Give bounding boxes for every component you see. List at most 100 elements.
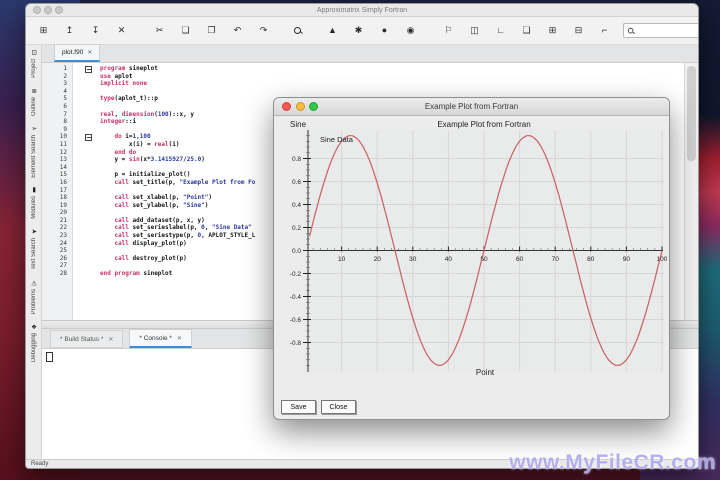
line-number: 25	[59, 247, 67, 255]
copy-icon[interactable]: ❏	[178, 26, 193, 35]
fold-column	[72, 141, 96, 149]
fold-column	[72, 262, 96, 270]
line-number: 9	[63, 125, 67, 133]
code-text: end do	[114, 148, 137, 156]
problems-icon: ⚠	[30, 279, 37, 287]
tab-close-icon[interactable]: ✕	[87, 49, 92, 56]
close-button[interactable]: Close	[321, 400, 356, 414]
line-number: 21	[59, 216, 67, 224]
sidebar-item-text-search[interactable]: Text Search ➤	[31, 228, 37, 270]
code-text: call set_seriestype(p, 0, APLOT_STYLE_L	[114, 232, 256, 240]
line-number: 4	[63, 87, 67, 95]
scrollbar-thumb[interactable]	[687, 66, 696, 161]
find-icon[interactable]	[294, 26, 302, 35]
code-line: 1 program sineplot	[42, 65, 684, 73]
editor-scrollbar[interactable]	[684, 63, 698, 320]
options-icon[interactable]: ✱	[351, 26, 366, 35]
code-text: call set_xlabel(p, "Point")	[114, 194, 213, 202]
fold-column	[72, 164, 96, 172]
code-text: call display_plot(p)	[114, 239, 187, 247]
search-input[interactable]	[637, 26, 698, 35]
plot-titlebar[interactable]: Example Plot from Fortran	[274, 98, 669, 116]
line-number: 14	[59, 163, 67, 171]
line-number: 10	[59, 133, 67, 141]
fold-column	[72, 232, 96, 240]
fold-column	[72, 95, 96, 103]
build-icon[interactable]: ●	[377, 26, 392, 35]
fold-column	[72, 156, 96, 164]
fold-column	[72, 126, 96, 134]
tab-buildstatus[interactable]: * Build Status * ✕	[50, 330, 124, 348]
fold-column	[72, 80, 96, 88]
step-out-icon[interactable]: ⊞	[545, 26, 560, 35]
stack-icon[interactable]: ⌐	[597, 26, 612, 35]
x-tick-label: 20	[374, 256, 382, 263]
sidebar-item-modules[interactable]: Modules ▮	[31, 186, 37, 219]
fold-column	[72, 240, 96, 248]
new-file-icon[interactable]: ⊞	[36, 26, 51, 35]
chart-title: Example Plot from Fortran	[437, 120, 530, 129]
breakpoints-icon[interactable]: ◫	[467, 26, 482, 35]
tab-label: plot.f90	[62, 49, 84, 56]
outline-icon: ≣	[30, 87, 37, 95]
toolbar-search[interactable]	[623, 23, 698, 38]
plot-window-title: Example Plot from Fortran	[424, 102, 519, 111]
sidebar-item-label: Element Search	[30, 134, 37, 178]
cut-icon[interactable]: ✂	[152, 26, 167, 35]
code-line: 3 implicit none	[42, 80, 684, 88]
build-and-run-icon[interactable]: ◉	[403, 26, 418, 35]
save-file-icon[interactable]: ↧	[88, 26, 103, 35]
fold-column	[72, 73, 96, 81]
console-tab-close-icon[interactable]: ✕	[108, 336, 113, 343]
sidebar-item-problems[interactable]: Problems ⚠	[31, 279, 37, 314]
fold-column	[72, 179, 96, 187]
code-text: call add_dataset(p, x, y)	[114, 216, 205, 224]
step-over-icon[interactable]: ∟	[493, 26, 508, 35]
y-tick-label: -0.8	[290, 340, 302, 347]
open-file-icon[interactable]: ↥	[62, 26, 77, 35]
paste-icon[interactable]: ❐	[204, 26, 219, 35]
sidebar-item-label: Project	[30, 59, 37, 78]
tab-plot-f90[interactable]: plot.f90 ✕	[54, 44, 101, 62]
step-into-icon[interactable]: ❏	[519, 26, 534, 35]
save-button[interactable]: Save	[281, 400, 316, 414]
y-axis-title: Sine	[290, 120, 307, 129]
editor-tabbar: plot.f90 ✕	[42, 44, 698, 63]
search-icon	[627, 27, 634, 33]
sidebar-item-debugging[interactable]: Debugging ❖	[31, 323, 37, 362]
status-text: Ready	[31, 461, 49, 467]
sidebar-item-element-search[interactable]: Element Search ➢	[31, 125, 37, 178]
toolbar-icons: ⊞ ↥ ↧ ✕ ✂ ❏ ❐ ↶ ↷ ▲ ✱ ● ◉ ⚐ ◫ ∟ ❏ ⊞ ⊟ ⌐	[36, 26, 623, 35]
code-text: implicit none	[100, 80, 147, 88]
fold-column	[72, 194, 96, 202]
launch-debugger-icon[interactable]: ⚐	[441, 26, 456, 35]
code-text: real, dimension(100)::x, y	[100, 110, 194, 118]
watch-icon[interactable]: ⊟	[571, 26, 586, 35]
sidebar-item-project[interactable]: Project ⊡	[31, 49, 37, 78]
close-file-icon[interactable]: ✕	[114, 26, 129, 35]
code-text: call set_title(p, "Example Plot from Fo	[114, 178, 256, 186]
fold-column	[72, 118, 96, 126]
redo-icon[interactable]: ↷	[256, 26, 271, 35]
clean-icon[interactable]: ▲	[325, 26, 340, 35]
line-number: 16	[59, 178, 67, 186]
debugging-icon: ❖	[30, 324, 37, 332]
code-text: integer::i	[100, 118, 137, 126]
console-cursor	[46, 352, 53, 362]
line-number: 5	[63, 95, 67, 103]
tab-console[interactable]: * Console * ✕	[129, 329, 192, 348]
x-tick-label: 40	[445, 256, 453, 263]
undo-icon[interactable]: ↶	[230, 26, 245, 35]
y-tick-label: 0.4	[292, 202, 301, 209]
code-text: program sineplot	[100, 65, 158, 72]
sidebar-item-outline[interactable]: Outline ≣	[31, 87, 37, 116]
line-number: 19	[59, 201, 67, 209]
code-line: 4	[42, 88, 684, 96]
ide-titlebar[interactable]: Approximatrix Simply Fortran	[26, 4, 698, 17]
line-number: 18	[59, 194, 67, 202]
console-tab-close-icon[interactable]: ✕	[177, 335, 182, 342]
